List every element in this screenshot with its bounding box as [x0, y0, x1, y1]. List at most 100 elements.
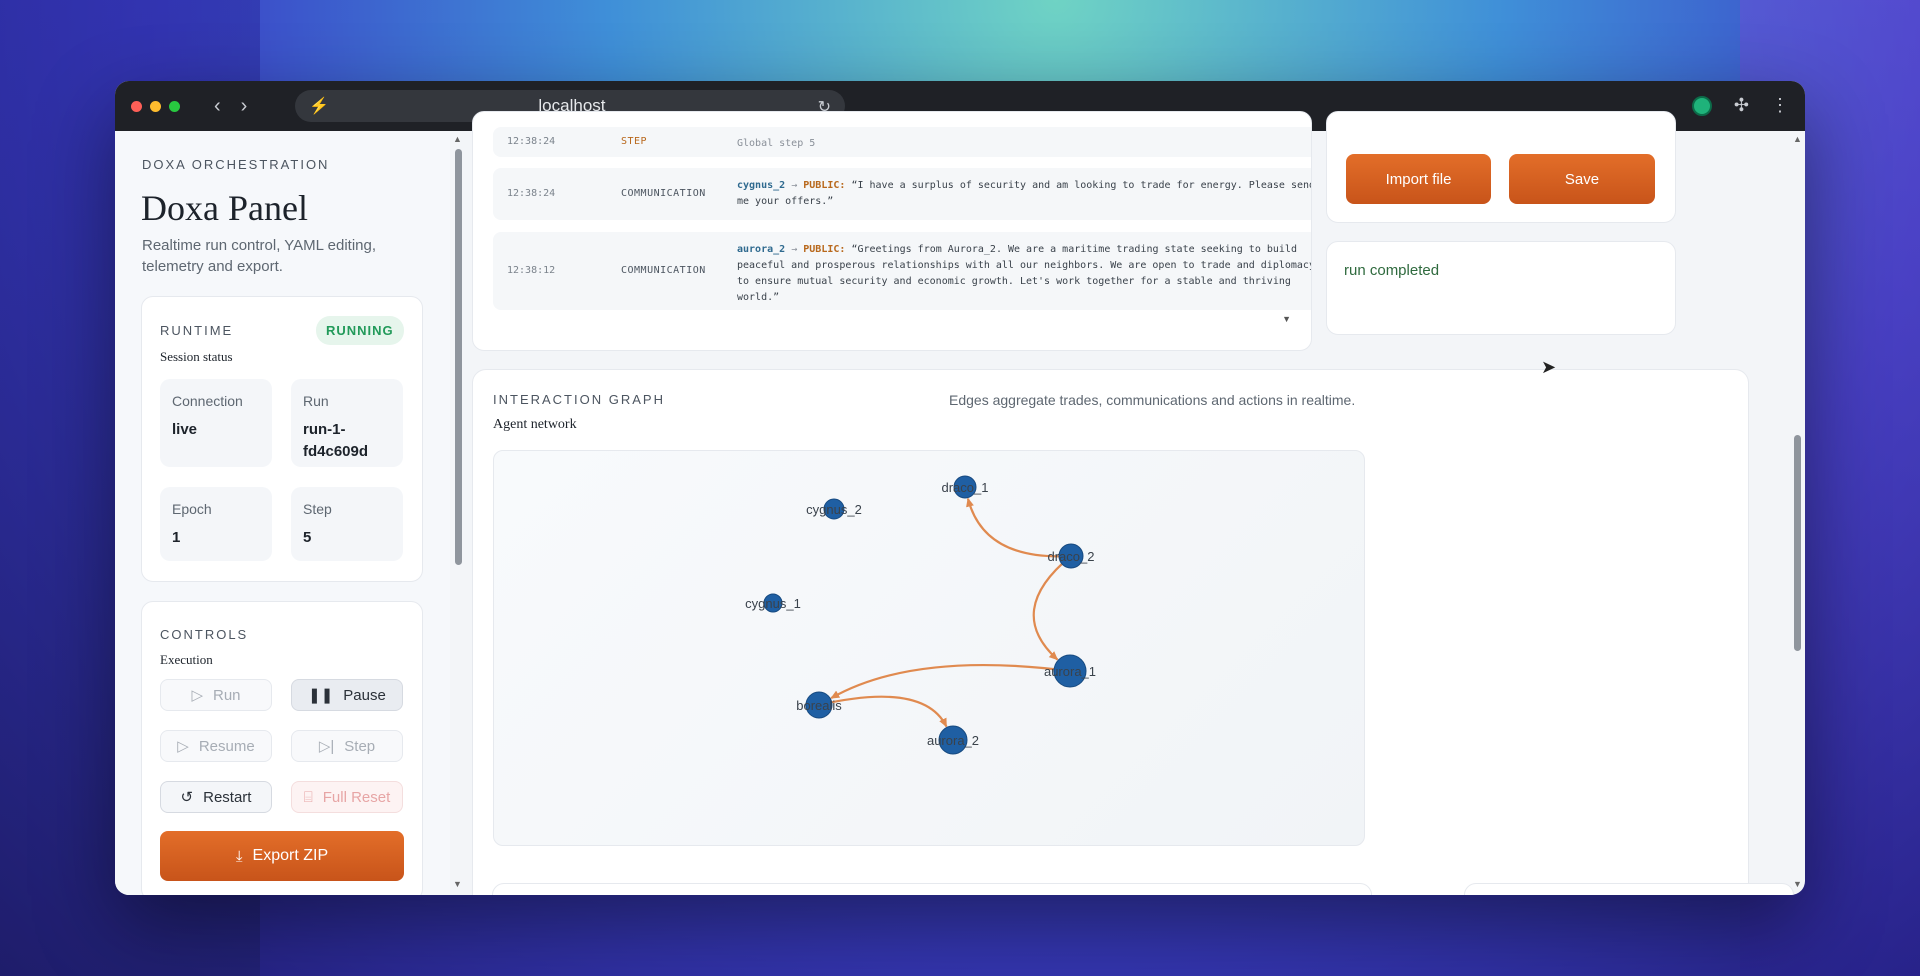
log-agent: aurora_2 [737, 244, 786, 255]
sidebar-scrollbar[interactable]: ▲ ▼ [452, 131, 464, 895]
runtime-eyebrow: RUNTIME [160, 323, 234, 338]
import-file-label: Import file [1385, 170, 1452, 188]
graph-node-label: borealis [796, 698, 842, 713]
play-icon: ▷ [191, 687, 203, 704]
stat-label: Connection [172, 393, 243, 409]
next-side-card [1464, 883, 1794, 895]
log-row: 12:38:12 COMMUNICATION aurora_2 → PUBLIC… [493, 232, 1311, 310]
step-button-label: Step [344, 737, 376, 755]
stat-connection: Connection live [160, 379, 272, 467]
maximize-window-button[interactable] [169, 100, 180, 112]
graph-node-label: draco_2 [1048, 549, 1095, 564]
stat-label: Step [303, 501, 332, 517]
scroll-down-icon[interactable]: ▼ [453, 879, 462, 889]
file-actions-card: Import file Save [1326, 111, 1676, 223]
restart-icon: ↺ [180, 789, 194, 806]
pause-icon: ❚❚ [308, 687, 334, 704]
stat-run: Run run-1-fd4c609d [291, 379, 403, 467]
close-window-button[interactable] [131, 100, 142, 112]
graph-subtitle: Agent network [493, 417, 577, 432]
pause-button-label: Pause [343, 686, 386, 704]
graph-canvas[interactable]: draco_1 cygnus_2 draco_2 cygnus_1 aurora_1bo… [493, 450, 1365, 846]
mouse-cursor-icon: ➤ [1541, 357, 1557, 377]
sidebar-scroll-thumb[interactable] [455, 149, 462, 565]
restart-button-label: Restart [203, 788, 252, 806]
interaction-graph-card: INTERACTION GRAPH Agent network Edges ag… [472, 369, 1749, 895]
minimize-window-button[interactable] [150, 100, 161, 112]
step-button[interactable]: ▷| Step [291, 730, 403, 762]
scroll-up-icon[interactable]: ▲ [1793, 134, 1802, 144]
save-label: Save [1564, 170, 1600, 188]
scroll-down-icon[interactable]: ▼ [1793, 879, 1802, 889]
run-button-label: Run [213, 686, 241, 704]
main-area: 12:38:24 STEP Global step 5 12:38:24 COM… [464, 111, 1794, 895]
graph-node-label: draco_1 [942, 480, 989, 495]
window-controls [131, 100, 180, 112]
runtime-subtitle: Session status [160, 349, 233, 364]
log-time: 12:38:24 [507, 188, 556, 199]
stat-value: live [172, 421, 198, 438]
puzzle-icon[interactable]: ✣ [1734, 95, 1749, 116]
agent-network-graph[interactable]: draco_1 cygnus_2 draco_2 cygnus_1 aurora_1bo… [494, 451, 1365, 846]
export-zip-button[interactable]: ⤓ Export ZIP [160, 831, 404, 881]
log-scope: PUBLIC: [803, 180, 846, 191]
log-scope: PUBLIC: [803, 244, 846, 255]
log-time: 12:38:12 [507, 265, 556, 276]
graph-node-label: aurora_2 [927, 733, 979, 748]
controls-eyebrow: CONTROLS [160, 627, 249, 642]
save-button[interactable]: Save [1509, 154, 1655, 204]
profile-extension-icon[interactable] [1691, 95, 1712, 116]
graph-edge-draco_2-draco_1[interactable] [966, 497, 1072, 558]
graph-node-label: cygnus_2 [806, 502, 862, 517]
export-zip-label: Export ZIP [252, 847, 329, 864]
graph-description: Edges aggregate trades, communications a… [949, 392, 1356, 408]
forward-icon[interactable]: › [241, 96, 248, 116]
back-icon[interactable]: ‹ [214, 96, 221, 116]
sidebar-eyebrow: DOXA ORCHESTRATION [142, 157, 330, 172]
graph-node-label: aurora_1 [1044, 664, 1096, 679]
stat-value: 5 [303, 529, 312, 546]
run-button[interactable]: ▷ Run [160, 679, 272, 711]
bolt-icon: ⚡ [309, 98, 329, 115]
status-message: run completed [1344, 262, 1440, 279]
full-reset-button[interactable]: ⌸ Full Reset [291, 781, 403, 813]
log-type: COMMUNICATION [621, 265, 706, 276]
resume-button-label: Resume [198, 737, 255, 755]
log-row: 12:38:24 STEP Global step 5 [493, 127, 1311, 157]
log-time: 12:38:24 [507, 136, 556, 147]
log-message: Global step 5 [737, 138, 816, 149]
log-type: COMMUNICATION [621, 188, 706, 199]
scroll-down-icon[interactable]: ▼ [1282, 314, 1291, 324]
browser-window: ‹ › ⚡ localhost ↻ ✣ ⋮ DOXA ORCHESTRATION… [115, 81, 1805, 895]
download-icon: ⤓ [235, 847, 243, 865]
sidebar-description: Realtime run control, YAML editing, tele… [142, 237, 377, 275]
main-scrollbar[interactable]: ▲ ▼ [1791, 131, 1805, 895]
graph-edge-draco_2-aurora_1[interactable] [1032, 555, 1072, 661]
status-message-card: run completed [1326, 241, 1676, 335]
stat-epoch: Epoch 1 [160, 487, 272, 561]
scroll-up-icon[interactable]: ▲ [453, 134, 462, 144]
log-message: cygnus_2 → PUBLIC: “I have a surplus of … [737, 178, 1311, 210]
controls-card: CONTROLS Execution ▷ Run ❚❚ Pause ▷ Resu… [141, 601, 423, 895]
restart-button[interactable]: ↺ Restart [160, 781, 272, 813]
pause-button[interactable]: ❚❚ Pause [291, 679, 403, 711]
next-panel-card [492, 883, 1372, 895]
full-reset-button-label: Full Reset [322, 788, 391, 806]
more-menu-icon[interactable]: ⋮ [1771, 95, 1789, 116]
log-type: STEP [621, 136, 648, 147]
archive-icon: ⌸ [303, 788, 313, 806]
stat-step: Step 5 [291, 487, 403, 561]
browser-toolbar-right: ✣ ⋮ [1691, 95, 1789, 116]
resume-button[interactable]: ▷ Resume [160, 730, 272, 762]
graph-eyebrow: INTERACTION GRAPH [493, 392, 665, 407]
graph-edge-aurora_1-borealis[interactable] [830, 663, 1071, 700]
arrow-icon: → [791, 180, 798, 191]
import-file-button[interactable]: Import file [1346, 154, 1491, 204]
stat-value: 1 [172, 529, 181, 546]
log-message: aurora_2 → PUBLIC: “Greetings from Auror… [737, 242, 1311, 306]
stat-label: Run [303, 393, 329, 409]
stat-value: run-1-fd4c609d [303, 421, 369, 460]
main-scroll-thumb[interactable] [1794, 435, 1801, 651]
graph-node-label: cygnus_1 [745, 596, 801, 611]
arrow-icon: → [791, 244, 798, 255]
